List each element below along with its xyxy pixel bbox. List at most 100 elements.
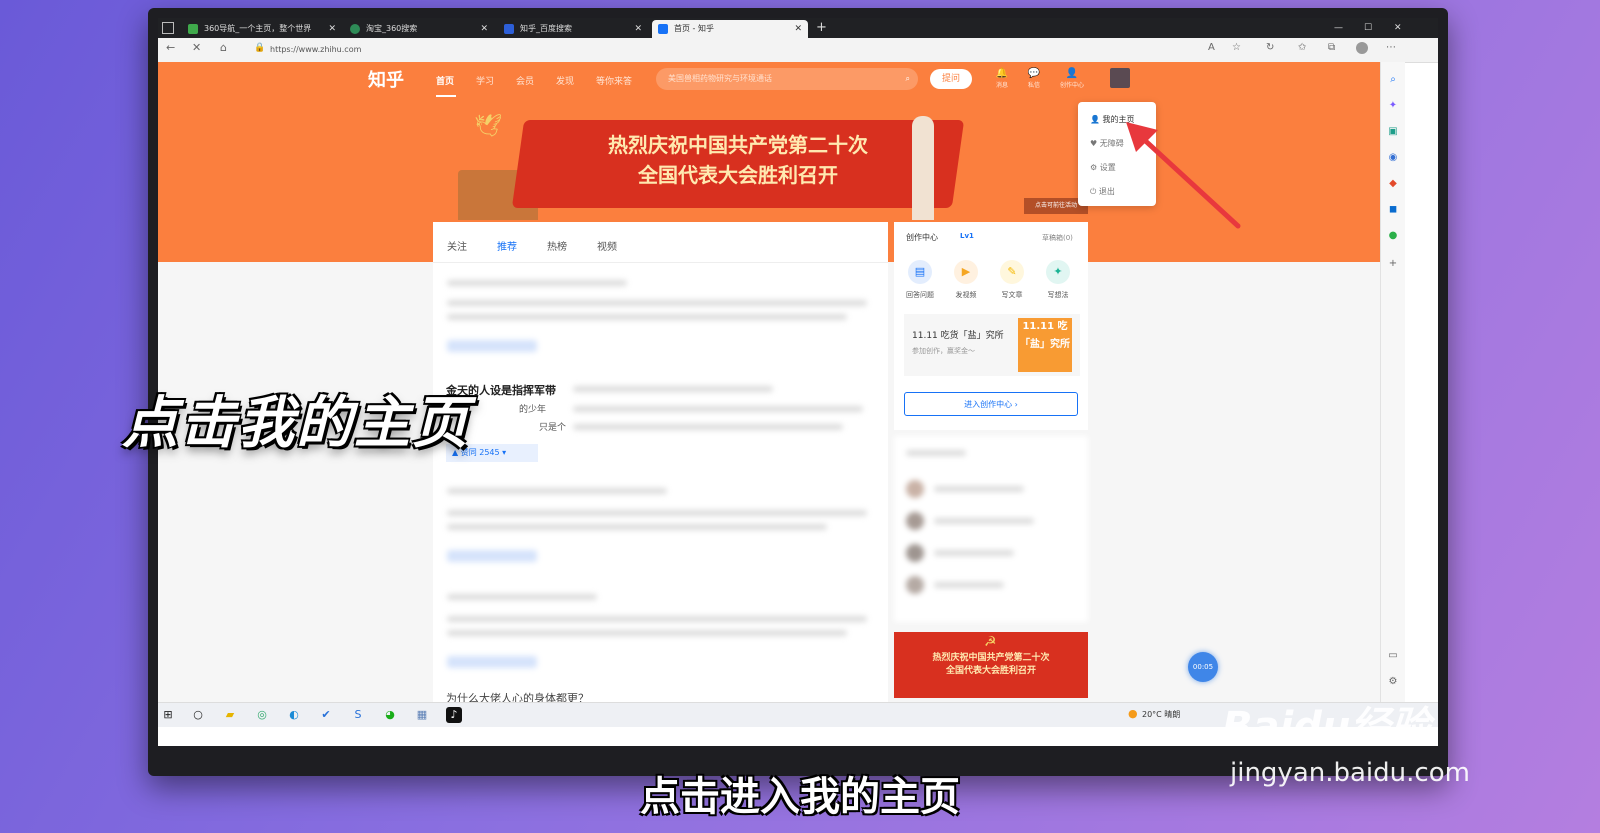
refresh-icon[interactable]: ↻ [1266, 42, 1274, 53]
tab-360-nav[interactable]: 360导航_一个主页，整个世界 ✕ [182, 20, 342, 38]
app-icon[interactable]: ✔ [318, 707, 334, 723]
bell-icon: 🔔 [995, 68, 1009, 79]
tab-title: 知乎_百度搜索 [520, 24, 572, 33]
tab-zhihu-baidu[interactable]: 知乎_百度搜索 ✕ [498, 20, 648, 38]
search-icon[interactable]: ⌕ [906, 68, 910, 90]
nav-learn[interactable]: 学习 [476, 74, 494, 87]
avatar[interactable] [1110, 68, 1130, 88]
office-icon[interactable]: ◆ [1387, 178, 1399, 190]
answer-question-icon[interactable]: ▤ [908, 260, 932, 284]
baidu-watermark: Baidu经验 [1222, 704, 1431, 750]
search-icon[interactable]: ○ [190, 707, 206, 723]
nav-active-indicator [436, 95, 456, 97]
read-aloud-icon[interactable]: A [1208, 42, 1215, 53]
weather-icon: ● [1128, 707, 1138, 720]
promo-image: 11.11 吃「盐」究所 [1018, 318, 1072, 372]
stop-icon[interactable]: ✕ [192, 41, 201, 54]
feed-item-blurred-2[interactable] [433, 478, 888, 578]
sparkle-icon[interactable]: ✦ [1387, 100, 1399, 112]
messages-label: 消息 [995, 82, 1008, 89]
write-article-icon[interactable]: ✎ [1000, 260, 1024, 284]
favorites-icon[interactable]: ✩ [1298, 42, 1306, 53]
feed-item-snippet: 的少年 [519, 405, 547, 415]
tab-zhihu-home[interactable]: 首页 - 知乎 ✕ [652, 20, 808, 38]
address-bar: ← ✕ ⌂ 🔒 https://www.zhihu.com A ☆ ↻ ✩ ⧉ … [158, 38, 1438, 63]
creator-icon: 👤 [1065, 68, 1079, 79]
nav-discover[interactable]: 发现 [556, 74, 574, 87]
feed-item-title-bottom[interactable]: 为什么大佬人心的身体都更？ [446, 690, 589, 702]
close-icon[interactable]: ✕ [328, 20, 336, 38]
weather-widget[interactable]: 20°C 晴朗 [1142, 709, 1180, 720]
feed-item-blurred[interactable] [433, 270, 888, 370]
search-placeholder: 美国兽相药物研究与环境通话 [668, 74, 772, 83]
write-article-label: 写文章 [1001, 291, 1023, 299]
menu-item-settings[interactable]: ⚙ 设置 [1090, 162, 1116, 173]
close-icon[interactable]: ✕ [634, 20, 642, 38]
party-congress-ad[interactable]: ☭ 热烈庆祝中国共产党第二十次 全国代表大会胜利召开 [894, 632, 1088, 698]
gear-icon[interactable]: ⚙ [1387, 676, 1399, 688]
more-icon[interactable]: ⋯ [1386, 42, 1396, 53]
windows-start-icon[interactable]: ⊞ [160, 707, 176, 723]
tab-recommend[interactable]: 推荐 [497, 238, 517, 253]
favorite-icon[interactable]: ☆ [1232, 42, 1241, 53]
360-browser-icon[interactable]: ◎ [254, 707, 270, 723]
messages-button[interactable]: 🔔 消息 [988, 68, 1016, 89]
sogou-icon[interactable]: S [350, 707, 366, 723]
write-idea-icon[interactable]: ✦ [1046, 260, 1070, 284]
screenshot-app-icon[interactable]: ▦ [414, 707, 430, 723]
home-icon[interactable]: ⌂ [220, 41, 227, 54]
back-icon[interactable]: ← [166, 41, 175, 54]
post-video-icon[interactable]: ▶ [954, 260, 978, 284]
edge-icon[interactable]: ◐ [286, 707, 302, 723]
search-icon[interactable]: ⌕ [1387, 74, 1399, 86]
outlook-icon[interactable]: ◼ [1387, 204, 1399, 216]
tab-taobao-360[interactable]: 淘宝_360搜索 ✕ [344, 20, 494, 38]
tab-follow[interactable]: 关注 [447, 238, 467, 253]
wechat-icon[interactable]: ◕ [382, 707, 398, 723]
close-icon[interactable]: ✕ [794, 20, 802, 38]
file-explorer-icon[interactable]: ▰ [222, 707, 238, 723]
paw-icon [504, 24, 514, 34]
close-icon[interactable]: ✕ [480, 20, 488, 38]
briefcase-icon[interactable]: ▣ [1387, 126, 1399, 138]
nav-waiting-answers[interactable]: 等你来答 [596, 74, 632, 87]
ask-button[interactable]: 提问 [930, 69, 972, 89]
maximize-icon[interactable]: ☐ [1364, 18, 1372, 38]
creator-title[interactable]: 创作中心 [906, 232, 938, 243]
new-tab-button[interactable]: + [816, 18, 827, 38]
search-input[interactable]: 美国兽相药物研究与环境通话 ⌕ [656, 68, 918, 90]
promo-subtitle: 参加创作，赢奖金～ [912, 347, 975, 355]
promo-title: 11.11 吃货「盐」究所 [912, 331, 1004, 341]
tiktok-icon[interactable]: ♪ [446, 707, 462, 723]
globe-icon [188, 24, 198, 34]
private-messages-button[interactable]: 💬 私信 [1020, 68, 1048, 89]
add-icon[interactable]: + [1387, 258, 1399, 270]
tab-hot[interactable]: 热榜 [547, 238, 567, 253]
creator-center-card: 创作中心 Lv1 草稿箱(0) ▤ ▶ ✎ ✦ 回答问题 发视频 写文章 写想法… [894, 222, 1088, 430]
enter-creator-center-button[interactable]: 进入创作中心 › [904, 392, 1078, 416]
tab-video[interactable]: 视频 [597, 238, 617, 253]
nav-member[interactable]: 会员 [516, 74, 534, 87]
profile-icon[interactable] [1356, 42, 1368, 54]
level-badge: Lv1 [960, 232, 974, 240]
drafts-link[interactable]: 草稿箱(0) [1042, 233, 1073, 243]
game-icon[interactable]: ● [1387, 230, 1399, 242]
recording-timer: 00:05 [1188, 652, 1218, 682]
tab-actions-icon[interactable] [162, 22, 174, 34]
ad-line-1: 热烈庆祝中国共产党第二十次 [932, 653, 1050, 663]
recommend-users-blurred [894, 436, 1088, 622]
close-window-icon[interactable]: ✕ [1394, 18, 1402, 38]
promo-card[interactable]: 11.11 吃货「盐」究所 参加创作，赢奖金～ 11.11 吃「盐」究所 [904, 314, 1080, 376]
collections-icon[interactable]: ⧉ [1328, 42, 1335, 53]
feed-item-blurred-3[interactable] [433, 584, 888, 684]
menu-item-logout[interactable]: ⏻ 退出 [1090, 186, 1115, 197]
zhihu-logo[interactable]: 知乎 [368, 66, 404, 92]
banner-headline[interactable]: 热烈庆祝中国共产党第二十次 全国代表大会胜利召开 [538, 130, 938, 190]
feed-divider [433, 262, 888, 263]
url-field[interactable]: https://www.zhihu.com [270, 41, 1170, 59]
minimize-icon[interactable]: — [1334, 18, 1343, 38]
creator-center-button[interactable]: 👤 创作中心 [1058, 68, 1086, 89]
people-icon[interactable]: ◉ [1387, 152, 1399, 164]
panel-icon[interactable]: ▭ [1387, 650, 1399, 662]
nav-home[interactable]: 首页 [436, 74, 454, 87]
